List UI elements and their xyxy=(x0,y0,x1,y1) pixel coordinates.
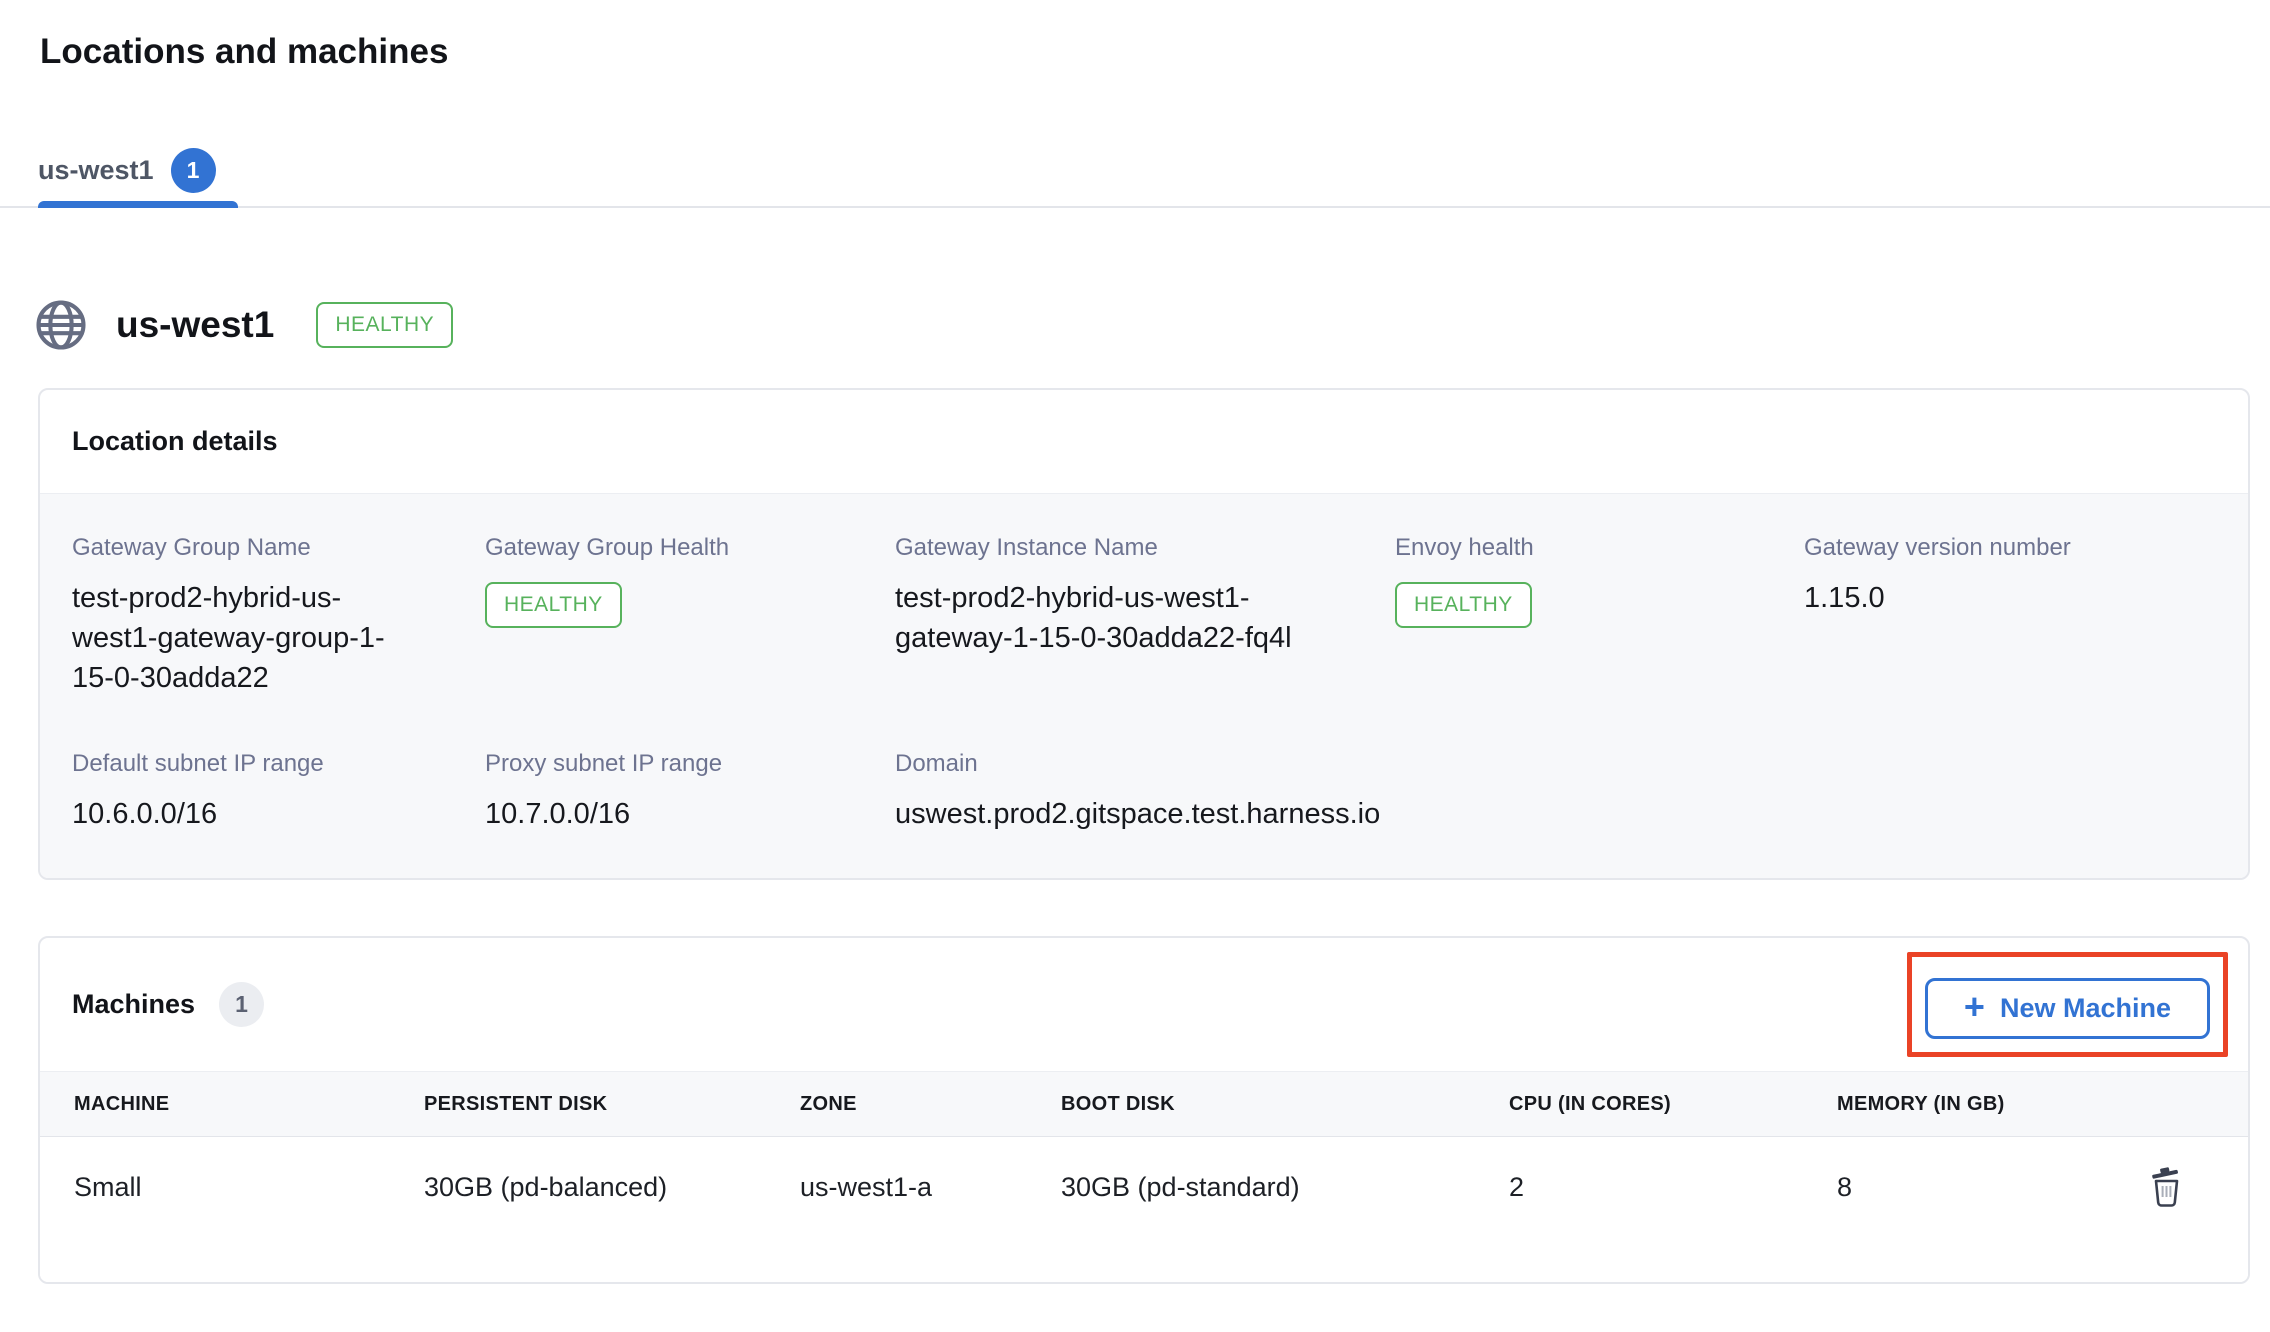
tab-us-west1[interactable]: us-west1 1 xyxy=(38,134,238,206)
location-details-title: Location details xyxy=(40,390,2248,493)
field-proxy-subnet: Proxy subnet IP range 10.7.0.0/16 xyxy=(485,750,895,834)
cell-memory: 8 xyxy=(1837,1172,2099,1203)
highlight-box: + New Machine xyxy=(1907,952,2228,1057)
active-tab-underline xyxy=(38,201,238,208)
gateway-group-health-badge: HEALTHY xyxy=(485,582,622,628)
trash-icon xyxy=(2148,1165,2186,1211)
field-value: uswest.prod2.gitspace.test.harness.io xyxy=(895,794,1395,834)
field-label: Default subnet IP range xyxy=(72,750,485,778)
card-bottom-padding xyxy=(40,1238,2248,1282)
location-header: us-west1 HEALTHY xyxy=(32,296,2270,354)
column-header-cpu: CPU (IN CORES) xyxy=(1509,1093,1837,1116)
plus-icon: + xyxy=(1964,989,1985,1025)
cell-machine: Small xyxy=(74,1172,424,1203)
field-label: Gateway Group Health xyxy=(485,534,895,562)
cell-persistent-disk: 30GB (pd-balanced) xyxy=(424,1172,800,1203)
machines-title: Machines xyxy=(72,989,195,1020)
tab-label: us-west1 xyxy=(38,155,154,186)
field-label: Domain xyxy=(895,750,1395,778)
new-machine-button-label: New Machine xyxy=(2000,993,2171,1024)
location-tab-bar: us-west1 1 xyxy=(0,134,2270,208)
column-header-zone: ZONE xyxy=(800,1093,1061,1116)
field-value: test-prod2-hybrid-us-west1-gateway-1-15-… xyxy=(895,578,1365,658)
field-label: Gateway version number xyxy=(1804,534,2216,562)
cell-boot-disk: 30GB (pd-standard) xyxy=(1061,1172,1509,1203)
field-label: Gateway Group Name xyxy=(72,534,485,562)
field-label: Proxy subnet IP range xyxy=(485,750,895,778)
field-default-subnet: Default subnet IP range 10.6.0.0/16 xyxy=(72,750,485,834)
field-value: 10.6.0.0/16 xyxy=(72,794,485,834)
field-gateway-group-health: Gateway Group Health HEALTHY xyxy=(485,534,895,698)
column-header-boot-disk: BOOT DISK xyxy=(1061,1093,1509,1116)
column-header-memory: MEMORY (IN GB) xyxy=(1837,1093,2099,1116)
field-value: 1.15.0 xyxy=(1804,578,2216,618)
column-header-machine: MACHINE xyxy=(74,1093,424,1116)
location-details-card: Location details Gateway Group Name test… xyxy=(38,388,2250,880)
field-gateway-version: Gateway version number 1.15.0 xyxy=(1804,534,2216,698)
details-row-2: Default subnet IP range 10.6.0.0/16 Prox… xyxy=(72,750,2216,834)
tab-count-badge: 1 xyxy=(171,148,216,193)
cell-zone: us-west1-a xyxy=(800,1172,1061,1203)
field-domain: Domain uswest.prod2.gitspace.test.harnes… xyxy=(895,750,1395,834)
table-row: Small 30GB (pd-balanced) us-west1-a 30GB… xyxy=(40,1137,2248,1238)
field-value: test-prod2-hybrid-us-west1-gateway-group… xyxy=(72,578,417,698)
machines-table-header: MACHINE PERSISTENT DISK ZONE BOOT DISK C… xyxy=(40,1071,2248,1137)
field-value: 10.7.0.0/16 xyxy=(485,794,895,834)
field-gateway-instance-name: Gateway Instance Name test-prod2-hybrid-… xyxy=(895,534,1395,698)
field-envoy-health: Envoy health HEALTHY xyxy=(1395,534,1804,698)
location-details-body: Gateway Group Name test-prod2-hybrid-us-… xyxy=(40,493,2248,878)
envoy-health-badge: HEALTHY xyxy=(1395,582,1532,628)
cell-cpu: 2 xyxy=(1509,1172,1837,1203)
globe-icon xyxy=(32,296,90,354)
location-status-badge: HEALTHY xyxy=(316,302,453,348)
machines-header: Machines 1 + New Machine xyxy=(40,938,2248,1071)
location-name: us-west1 xyxy=(116,304,274,346)
machines-card: Machines 1 + New Machine MACHINE PERSIST… xyxy=(38,936,2250,1284)
column-header-persistent-disk: PERSISTENT DISK xyxy=(424,1093,800,1116)
field-label: Gateway Instance Name xyxy=(895,534,1395,562)
new-machine-button[interactable]: + New Machine xyxy=(1925,978,2210,1039)
delete-machine-button[interactable] xyxy=(2144,1161,2190,1215)
details-row-1: Gateway Group Name test-prod2-hybrid-us-… xyxy=(72,534,2216,698)
page-title: Locations and machines xyxy=(40,32,2270,72)
machines-count-badge: 1 xyxy=(219,982,264,1027)
field-label: Envoy health xyxy=(1395,534,1804,562)
field-gateway-group-name: Gateway Group Name test-prod2-hybrid-us-… xyxy=(72,534,485,698)
